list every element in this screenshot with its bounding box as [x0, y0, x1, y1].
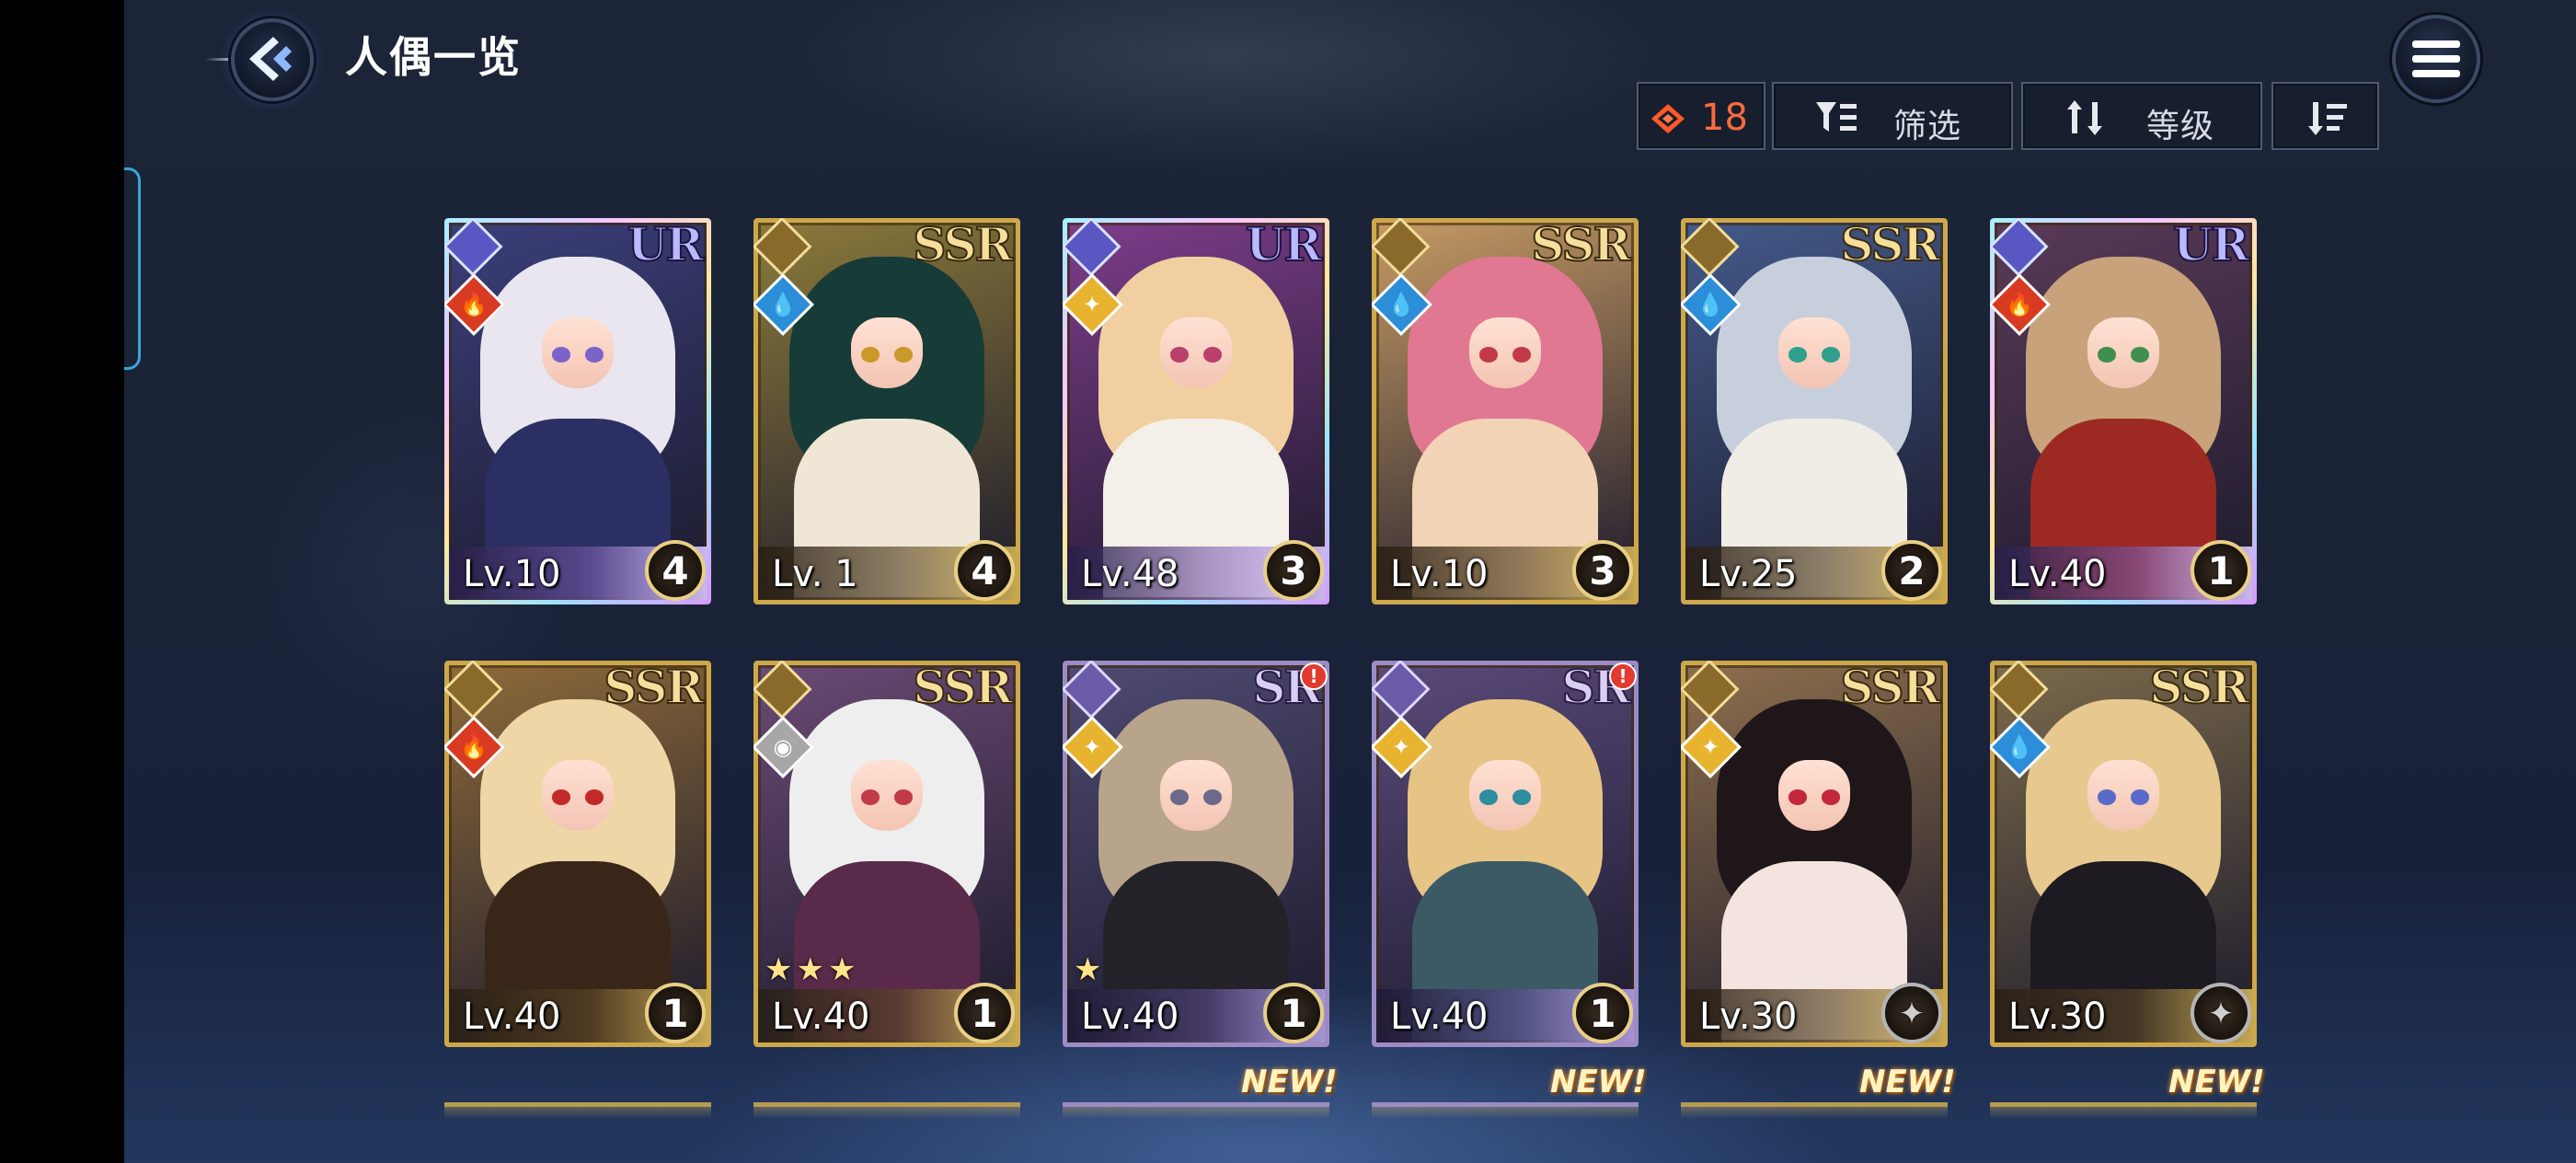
rank-badge: 1: [1263, 983, 1324, 1043]
card-level: Lv.30: [1699, 996, 1798, 1038]
rarity-label: SSR: [1530, 218, 1632, 271]
rarity-label: SSR: [912, 661, 1014, 714]
gem-counter: 18: [1637, 82, 1765, 150]
rank-number: 1: [971, 991, 998, 1036]
card-peek: [1681, 1102, 1948, 1119]
rank-number: ✦: [1898, 996, 1926, 1032]
rank-number: 4: [971, 548, 998, 593]
alert-badge-icon: !: [1300, 662, 1328, 690]
new-label: NEW!: [1241, 1064, 1338, 1100]
hamburger-menu-icon: [2412, 40, 2460, 77]
card-level: Lv.40: [463, 996, 561, 1038]
character-card[interactable]: ◉ SSR Lv.40 1 ★★★: [753, 661, 1020, 1047]
rarity-label: SSR: [1839, 661, 1941, 714]
rarity-label: UR: [627, 218, 705, 271]
sort-arrows-icon: [2067, 100, 2102, 135]
rank-badge: 4: [954, 540, 1015, 601]
new-label: NEW!: [1550, 1064, 1647, 1100]
filter-button[interactable]: 筛选: [1772, 82, 2013, 150]
star-rating: ★: [1074, 951, 1106, 988]
character-card[interactable]: 🔥 UR Lv.10 4: [444, 218, 711, 605]
new-label: NEW!: [2168, 1064, 2265, 1100]
character-card[interactable]: 💧 SSR Lv.25 2: [1681, 218, 1948, 605]
character-card[interactable]: 🔥 UR Lv.40 1: [1990, 218, 2257, 605]
rarity-label: SSR: [2148, 661, 2250, 714]
rarity-label: UR: [1245, 218, 1323, 271]
character-card[interactable]: ✦ SSR Lv.30 ✦: [1681, 661, 1948, 1047]
card-level: Lv.40: [2008, 553, 2107, 595]
card-peek: [1063, 1102, 1329, 1119]
filter-label: 筛选: [1893, 108, 1962, 145]
character-card[interactable]: 🔥 SSR Lv.40 1: [444, 661, 711, 1047]
rarity-label: UR: [2172, 218, 2250, 271]
character-card[interactable]: ✦ SR Lv.40 1 ★!: [1063, 661, 1329, 1047]
rank-badge-empty-icon: ✦: [2191, 983, 2251, 1043]
rank-number: 1: [1280, 991, 1307, 1036]
alert-badge-icon: !: [1609, 662, 1637, 690]
rank-number: 1: [1589, 991, 1616, 1036]
rank-badge: 4: [645, 540, 706, 601]
gem-count: 18: [1701, 97, 1748, 139]
character-card[interactable]: 💧 SSR Lv.30 ✦: [1990, 661, 2257, 1047]
page-title: 人偶一览: [345, 32, 522, 82]
rank-badge: 3: [1572, 540, 1633, 601]
left-edge-tab[interactable]: [124, 167, 141, 370]
rank-badge: 1: [645, 983, 706, 1043]
rarity-label: SSR: [1839, 218, 1941, 271]
rank-badge: 2: [1881, 540, 1942, 601]
card-level: Lv.48: [1081, 553, 1179, 595]
rarity-label: SSR: [603, 661, 705, 714]
card-level: Lv.40: [1081, 996, 1179, 1038]
rank-badge: 1: [2191, 540, 2251, 601]
rank-number: 3: [1280, 548, 1307, 593]
star-rating: ★★★: [765, 951, 860, 988]
card-level: Lv.25: [1699, 553, 1798, 595]
rank-number: 3: [1589, 548, 1616, 593]
rank-badge: 1: [954, 983, 1015, 1043]
back-arrow-icon: [249, 37, 292, 81]
rank-number: 4: [661, 548, 689, 593]
character-card[interactable]: ✦ UR Lv.48 3: [1063, 218, 1329, 605]
card-level: Lv.40: [772, 996, 870, 1038]
game-background: 人偶一览 18 筛选 等级 🔥 UR Lv.10 4 💧 SSR Lv. 1 4…: [124, 0, 2576, 1163]
card-peek: [753, 1102, 1020, 1119]
sort-level-button[interactable]: 等级: [2021, 82, 2262, 150]
rank-number: 1: [2207, 548, 2235, 593]
sort-descending-icon: [2308, 102, 2347, 135]
menu-button[interactable]: [2392, 15, 2480, 103]
filter-icon: [1816, 102, 1857, 132]
card-level: Lv.10: [1390, 553, 1489, 595]
rank-number: 2: [1898, 548, 1926, 593]
card-level: Lv.40: [1390, 996, 1489, 1038]
character-card[interactable]: 💧 SSR Lv.10 3: [1372, 218, 1639, 605]
new-label: NEW!: [1859, 1064, 1956, 1100]
card-level: Lv.30: [2008, 996, 2107, 1038]
card-peek: [1990, 1102, 2257, 1119]
sort-label: 等级: [2146, 108, 2215, 145]
rank-badge: 3: [1263, 540, 1324, 601]
card-peek: [1372, 1102, 1639, 1119]
character-card[interactable]: ✦ SR Lv.40 1!: [1372, 661, 1639, 1047]
rank-badge-empty-icon: ✦: [1881, 983, 1942, 1043]
card-level: Lv. 1: [772, 553, 858, 595]
rank-badge: 1: [1572, 983, 1633, 1043]
rank-number: ✦: [2207, 996, 2235, 1032]
rank-number: 1: [661, 991, 689, 1036]
rarity-label: SSR: [912, 218, 1014, 271]
character-card[interactable]: 💧 SSR Lv. 14: [753, 218, 1020, 605]
back-button[interactable]: [205, 17, 316, 101]
card-peek: [444, 1102, 711, 1119]
red-gem-icon: [1651, 104, 1685, 133]
sort-order-button[interactable]: [2271, 82, 2379, 150]
card-level: Lv.10: [463, 553, 561, 595]
